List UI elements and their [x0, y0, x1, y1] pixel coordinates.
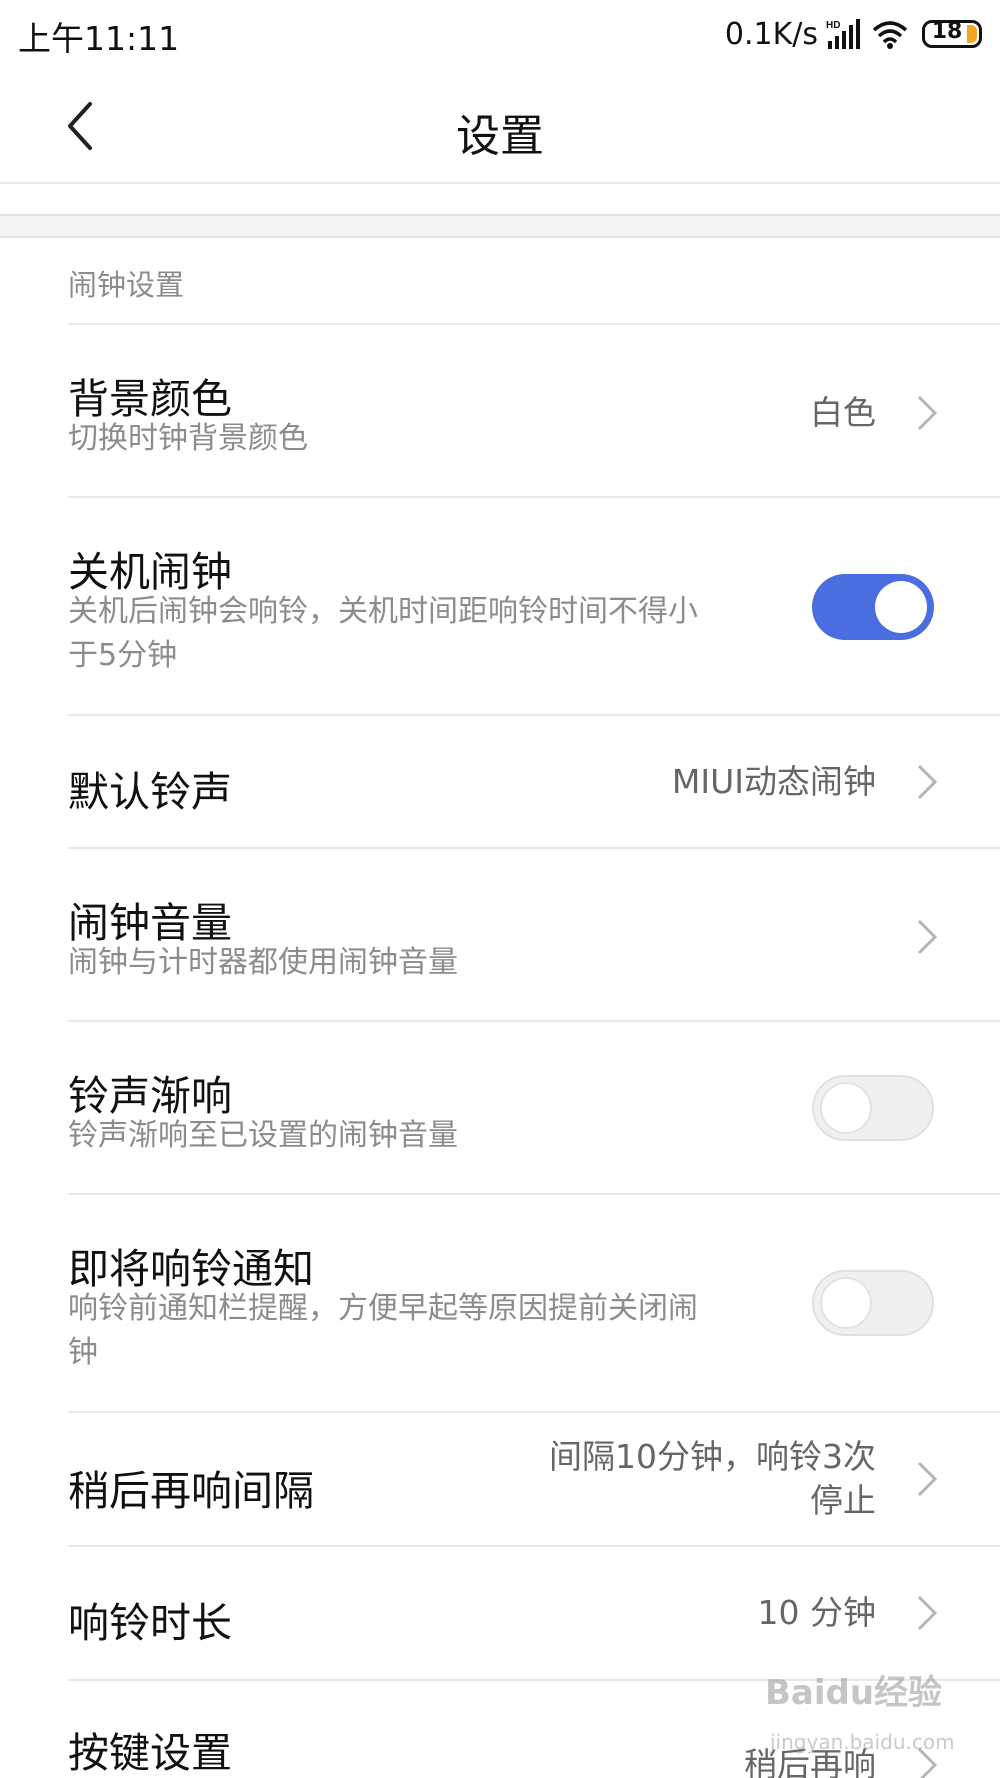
setting-row-power-off-alarm: 关机闹钟 关机后闹钟会响铃，关机时间距响铃时间不得小 于5分钟 — [0, 498, 1000, 714]
status-icons: 0.1K/s HD 18 — [725, 12, 982, 56]
hd-signal-icon: HD — [826, 19, 860, 49]
chevron-right-icon — [917, 1461, 938, 1497]
power-off-alarm-toggle[interactable] — [812, 574, 934, 640]
setting-row-gradual-ring: 铃声渐响 铃声渐响至已设置的闹钟音量 — [0, 1022, 1000, 1194]
row-subtitle: 切换时钟背景颜色 — [68, 421, 308, 456]
row-subtitle-line: 响铃前通知栏提醒，方便早起等原因提前关闭闹 — [68, 1291, 698, 1326]
chevron-right-icon — [917, 764, 938, 800]
row-value-line: 停止 — [810, 1481, 876, 1520]
row-title: 背景颜色 — [68, 375, 232, 423]
setting-row-alarm-volume[interactable]: 闹钟音量 闹钟与计时器都使用闹钟音量 — [0, 849, 1000, 1021]
row-subtitle-line: 关机后闹钟会响铃，关机时间距响铃时间不得小 — [68, 594, 698, 629]
row-title: 铃声渐响 — [68, 1072, 232, 1120]
section-header: 闹钟设置 — [68, 268, 185, 302]
setting-row-ring-duration[interactable]: 响铃时长 10 分钟 — [0, 1547, 1000, 1679]
battery-icon: 18 — [922, 19, 982, 48]
row-subtitle: 关机后闹钟会响铃，关机时间距响铃时间不得小 于5分钟 — [68, 590, 698, 678]
row-title: 关机闹钟 — [68, 548, 232, 596]
row-title: 按键设置 — [68, 1729, 232, 1777]
row-value: MIUI动态闹钟 — [671, 762, 876, 801]
page-title: 设置 — [456, 111, 544, 162]
chevron-right-icon — [917, 919, 938, 955]
battery-level: 18 — [931, 19, 963, 44]
watermark-logo: Baidu经验 — [765, 1673, 943, 1713]
section-gap — [0, 214, 1000, 238]
row-subtitle-line: 于5分钟 — [68, 638, 178, 673]
setting-row-default-ringtone[interactable]: 默认铃声 MIUI动态闹钟 — [0, 716, 1000, 846]
wifi-icon — [872, 21, 908, 49]
row-subtitle: 铃声渐响至已设置的闹钟音量 — [68, 1118, 458, 1153]
upcoming-notification-toggle[interactable] — [812, 1270, 934, 1336]
row-title: 即将响铃通知 — [68, 1245, 314, 1293]
gradual-ring-toggle[interactable] — [812, 1075, 934, 1141]
svg-text:HD: HD — [826, 20, 840, 31]
watermark-url: jingyan.baidu.com — [770, 1730, 955, 1754]
row-subtitle: 响铃前通知栏提醒，方便早起等原因提前关闭闹 钟 — [68, 1287, 698, 1375]
row-subtitle-line: 钟 — [68, 1335, 98, 1370]
row-title: 默认铃声 — [68, 768, 232, 816]
row-value: 间隔10分钟，响铃3次 停止 — [549, 1435, 876, 1523]
row-value: 白色 — [810, 393, 876, 432]
setting-row-background-color[interactable]: 背景颜色 切换时钟背景颜色 白色 — [0, 325, 1000, 497]
setting-row-snooze-interval[interactable]: 稍后再响间隔 间隔10分钟，响铃3次 停止 — [0, 1413, 1000, 1545]
status-time: 上午11:11 — [18, 19, 180, 58]
status-bar: 上午11:11 0.1K/s HD 18 — [0, 0, 1000, 68]
row-title: 闹钟音量 — [68, 899, 232, 947]
row-title: 响铃时长 — [68, 1599, 232, 1647]
toggle-knob — [820, 1082, 872, 1134]
chevron-right-icon — [917, 395, 938, 431]
setting-row-upcoming-notification: 即将响铃通知 响铃前通知栏提醒，方便早起等原因提前关闭闹 钟 — [0, 1195, 1000, 1411]
chevron-right-icon — [917, 1595, 938, 1631]
row-subtitle: 闹钟与计时器都使用闹钟音量 — [68, 945, 458, 980]
row-title: 稍后再响间隔 — [68, 1467, 314, 1515]
title-bar: 设置 — [0, 68, 1000, 184]
row-value: 10 分钟 — [757, 1593, 876, 1632]
toggle-knob — [875, 581, 927, 633]
network-speed: 0.1K/s — [724, 16, 818, 52]
toggle-knob — [820, 1277, 872, 1329]
row-value-line: 间隔10分钟，响铃3次 — [549, 1437, 876, 1476]
